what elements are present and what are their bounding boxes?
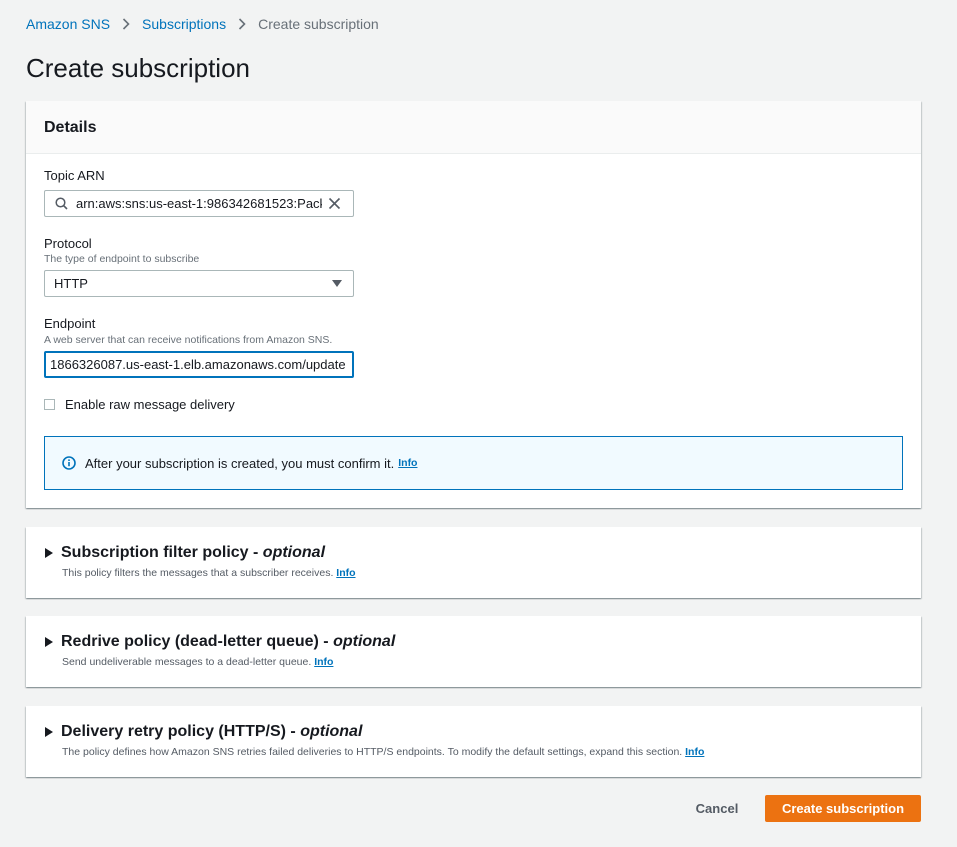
subscription-filter-info-link[interactable]: Info	[336, 567, 355, 579]
protocol-value: HTTP	[54, 276, 88, 291]
chevron-right-icon	[122, 18, 130, 30]
subscription-filter-title: Subscription filter policy - optional	[61, 544, 326, 561]
chevron-right-icon	[238, 18, 246, 30]
delivery-retry-description: The policy defines how Amazon SNS retrie…	[62, 746, 705, 758]
endpoint-label: Endpoint	[44, 316, 96, 331]
breadcrumb-link-subscriptions[interactable]: Subscriptions	[142, 16, 226, 32]
protocol-description: The type of endpoint to subscribe	[44, 253, 200, 265]
redrive-policy-info-link[interactable]: Info	[314, 656, 333, 668]
breadcrumb-link-sns[interactable]: Amazon SNS	[26, 16, 110, 32]
redrive-policy-description: Send undeliverable messages to a dead-le…	[62, 656, 334, 668]
info-icon	[62, 456, 76, 470]
subscription-filter-section[interactable]: Subscription filter policy - optional Th…	[26, 527, 921, 598]
topic-arn-label: Topic ARN	[44, 168, 105, 183]
protocol-select[interactable]: HTTP	[44, 270, 354, 297]
raw-delivery-checkbox[interactable]	[44, 399, 55, 410]
close-icon[interactable]	[328, 197, 341, 210]
delivery-retry-section[interactable]: Delivery retry policy (HTTP/S) - optiona…	[26, 706, 921, 777]
search-icon	[55, 197, 68, 210]
create-subscription-button[interactable]: Create subscription	[765, 795, 921, 822]
endpoint-input[interactable]: 1866326087.us-east-1.elb.amazonaws.com/u…	[44, 351, 354, 378]
confirm-info-alert: After your subscription is created, you …	[44, 436, 903, 490]
redrive-policy-title: Redrive policy (dead-letter queue) - opt…	[61, 633, 396, 650]
alert-text: After your subscription is created, you …	[85, 455, 395, 471]
cancel-button[interactable]: Cancel	[686, 795, 748, 822]
breadcrumb: Amazon SNS Subscriptions Create subscrip…	[26, 15, 379, 33]
subscription-filter-header: Subscription filter policy - optional	[45, 544, 325, 562]
delivery-retry-info-link[interactable]: Info	[685, 746, 704, 758]
endpoint-description: A web server that can receive notificati…	[44, 334, 333, 346]
triangle-right-icon	[45, 548, 53, 558]
triangle-right-icon	[45, 637, 53, 647]
redrive-policy-header: Redrive policy (dead-letter queue) - opt…	[45, 633, 395, 651]
triangle-right-icon	[45, 727, 53, 737]
delivery-retry-header: Delivery retry policy (HTTP/S) - optiona…	[45, 723, 362, 741]
breadcrumb-current: Create subscription	[258, 16, 379, 32]
raw-delivery-label: Enable raw message delivery	[65, 397, 235, 412]
endpoint-value: 1866326087.us-east-1.elb.amazonaws.com/u…	[50, 357, 346, 372]
details-header: Details	[26, 101, 921, 154]
delivery-retry-title: Delivery retry policy (HTTP/S) - optiona…	[61, 723, 363, 740]
topic-arn-value: arn:aws:sns:us-east-1:986342681523:Packe	[76, 196, 322, 211]
redrive-policy-section[interactable]: Redrive policy (dead-letter queue) - opt…	[26, 616, 921, 687]
page-title: Create subscription	[26, 53, 250, 83]
details-panel: Details Topic ARN arn:aws:sns:us-east-1:…	[26, 101, 921, 508]
alert-info-link[interactable]: Info	[398, 457, 417, 469]
topic-arn-input[interactable]: arn:aws:sns:us-east-1:986342681523:Packe	[44, 190, 354, 217]
raw-delivery-row: Enable raw message delivery	[44, 397, 235, 412]
subscription-filter-description: This policy filters the messages that a …	[62, 567, 356, 579]
protocol-label: Protocol	[44, 236, 92, 251]
caret-down-icon	[332, 279, 342, 288]
